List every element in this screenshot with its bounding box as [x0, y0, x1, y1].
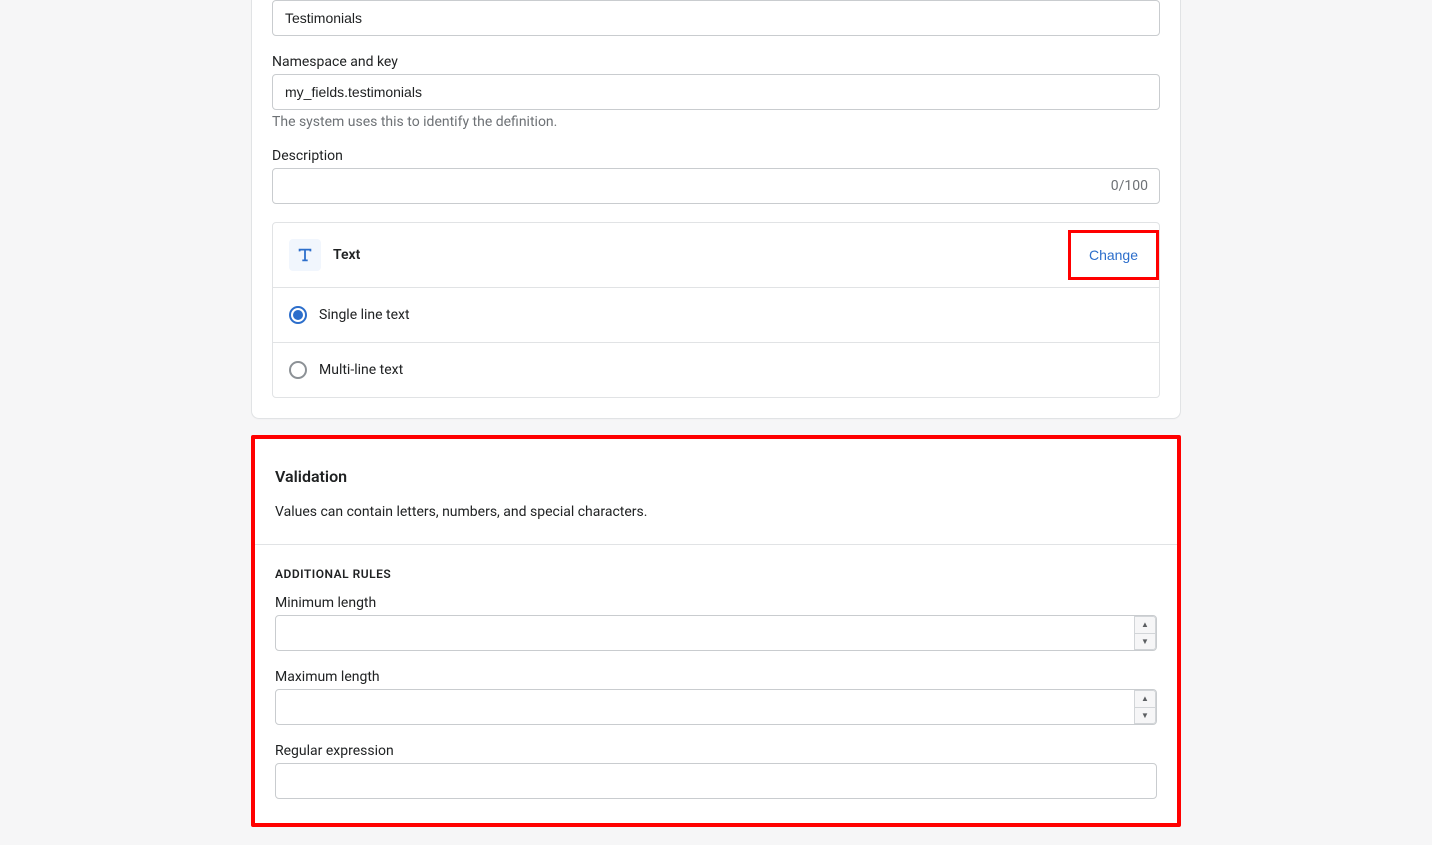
min-length-input[interactable] [275, 615, 1157, 651]
min-length-label: Minimum length [275, 595, 1157, 611]
namespace-input[interactable] [272, 74, 1160, 110]
min-step-down[interactable]: ▼ [1134, 633, 1156, 651]
radio-label-single: Single line text [319, 307, 410, 323]
max-length-input[interactable] [275, 689, 1157, 725]
name-field-group [272, 0, 1160, 36]
radio-indicator-single [289, 306, 307, 324]
namespace-help-text: The system uses this to identify the def… [272, 114, 1160, 130]
description-field-group: Description 0/100 [272, 148, 1160, 204]
namespace-field-group: Namespace and key The system uses this t… [272, 54, 1160, 130]
additional-rules-heading: ADDITIONAL RULES [275, 567, 1157, 581]
radio-indicator-multi [289, 361, 307, 379]
name-input[interactable] [272, 0, 1160, 36]
regex-input[interactable] [275, 763, 1157, 799]
max-step-up[interactable]: ▲ [1134, 690, 1156, 707]
description-label: Description [272, 148, 1160, 164]
validation-card: Validation Values can contain letters, n… [251, 435, 1181, 827]
change-highlight-box: Change [1068, 230, 1159, 280]
min-length-group: Minimum length ▲ ▼ [275, 595, 1157, 651]
definition-card: Namespace and key The system uses this t… [251, 0, 1181, 419]
radio-label-multi: Multi-line text [319, 362, 403, 378]
content-type-header-left: Text [289, 239, 360, 271]
regex-label: Regular expression [275, 743, 1157, 759]
text-type-icon [289, 239, 321, 271]
max-length-stepper: ▲ ▼ [1134, 690, 1156, 724]
max-length-group: Maximum length ▲ ▼ [275, 669, 1157, 725]
validation-description: Values can contain letters, numbers, and… [275, 504, 1157, 520]
validation-top: Validation Values can contain letters, n… [255, 439, 1177, 545]
content-type-header: Text Change [273, 223, 1159, 288]
min-length-stepper: ▲ ▼ [1134, 616, 1156, 650]
description-input[interactable] [272, 168, 1160, 204]
validation-title: Validation [275, 467, 1157, 486]
max-length-label: Maximum length [275, 669, 1157, 685]
content-type-name: Text [333, 247, 360, 263]
namespace-label: Namespace and key [272, 54, 1160, 70]
content-type-card: Text Change Single line text Multi-line … [272, 222, 1160, 398]
validation-body: ADDITIONAL RULES Minimum length ▲ ▼ Maxi… [255, 545, 1177, 823]
min-step-up[interactable]: ▲ [1134, 616, 1156, 633]
max-step-down[interactable]: ▼ [1134, 707, 1156, 725]
change-type-button[interactable]: Change [1089, 247, 1138, 263]
radio-multi-line[interactable]: Multi-line text [273, 343, 1159, 397]
radio-single-line[interactable]: Single line text [273, 288, 1159, 343]
regex-group: Regular expression [275, 743, 1157, 799]
